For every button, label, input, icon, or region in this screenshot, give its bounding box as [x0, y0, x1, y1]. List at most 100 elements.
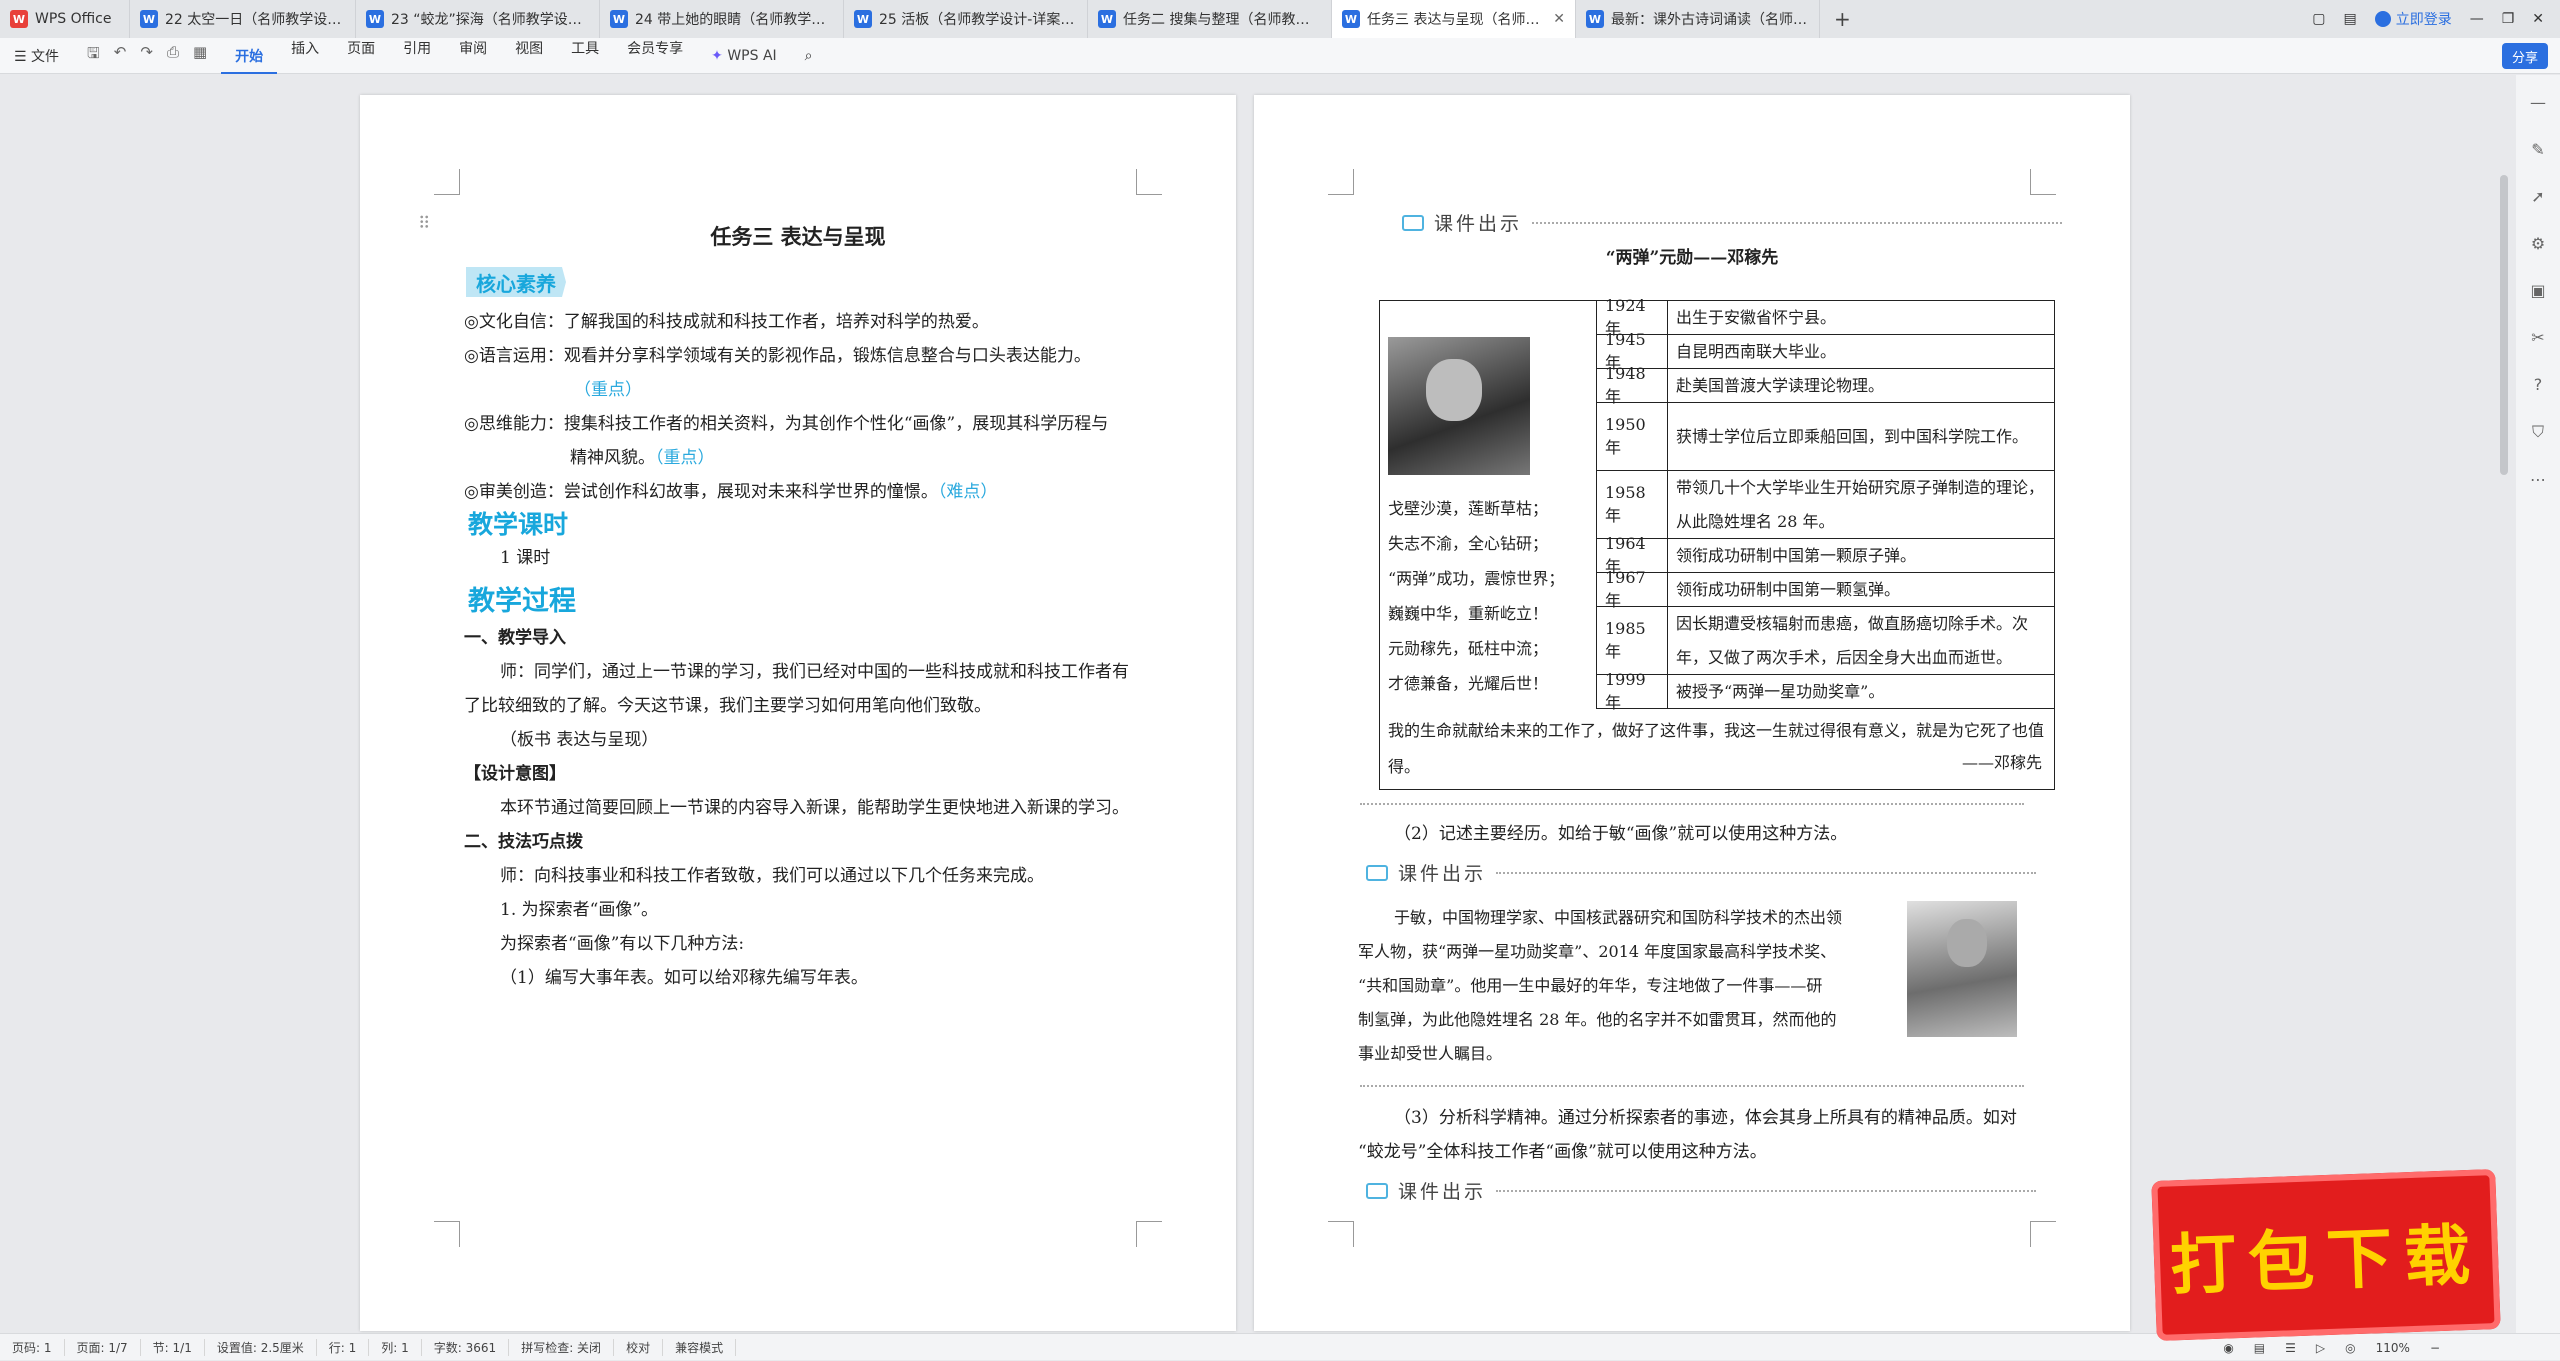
wps-logo-icon: W — [10, 10, 28, 28]
timeline-year: 1958 年 — [1596, 471, 1668, 538]
login-button[interactable]: 立即登录 — [2375, 9, 2452, 29]
play-icon[interactable]: ▷ — [2316, 1341, 2325, 1355]
ribbon-tab[interactable]: 工具 — [557, 38, 613, 74]
status-item[interactable]: 拼写检查: 关闭 — [509, 1339, 614, 1356]
paragraph: 为探索者“画像”有以下几种方法: — [500, 927, 744, 961]
backup-icon[interactable]: ⛉ — [2532, 422, 2544, 442]
help-icon[interactable]: ? — [2534, 375, 2543, 394]
select-icon[interactable]: ➚ — [2531, 187, 2544, 206]
ribbon-tab[interactable]: 视图 — [501, 38, 557, 74]
courseware-label: 课件出示 — [1398, 859, 1486, 886]
page-title: 任务三 表达与呈现 — [360, 221, 1236, 251]
image-icon[interactable]: ▣ — [2530, 281, 2545, 300]
poem-line: 巍巍中华，重新屹立！ — [1388, 596, 1598, 631]
ribbon-tab[interactable]: 会员专享 — [613, 38, 697, 74]
close-icon[interactable]: ✕ — [2532, 11, 2544, 27]
subheading: 二、技法巧点拨 — [464, 825, 583, 859]
redo-icon[interactable]: ↷ — [140, 43, 153, 68]
quick-access: 🖫 ↶ ↷ ⎙ ▦ — [73, 43, 221, 68]
status-item[interactable]: 页码: 1 — [0, 1339, 65, 1356]
minimize-icon[interactable]: — — [2470, 11, 2484, 27]
status-item[interactable]: 设置值: 2.5厘米 — [205, 1339, 317, 1356]
status-item[interactable]: 列: 1 — [369, 1339, 422, 1356]
page-1: ⠿ 任务三 表达与呈现 核心素养 ◎文化自信：了解我国的科技成就和科技工作者，培… — [360, 95, 1236, 1331]
tab-label: WPS Office — [35, 11, 112, 27]
tab-document[interactable]: W23 “蛟龙”探海（名师教学设计-详案） — [356, 0, 600, 38]
restore-icon[interactable]: ❐ — [2502, 11, 2515, 27]
layout-icon[interactable]: ▢ — [2312, 11, 2325, 27]
ribbon-tab[interactable]: 引用 — [389, 38, 445, 74]
format-icon[interactable]: ▦ — [193, 43, 207, 68]
key-point-tag: （重点） — [574, 373, 642, 407]
settings-icon[interactable]: ⚙ — [2531, 234, 2545, 253]
ai-icon: ✦ — [711, 48, 723, 64]
tab-label: 25 活板（名师教学设计-详案）.doc — [879, 9, 1077, 29]
ribbon-tab[interactable]: 审阅 — [445, 38, 501, 74]
timeline-row: 1964 年领衔成功研制中国第一颗原子弹。 — [1596, 539, 2054, 573]
ribbon-tab[interactable]: 开始 — [221, 38, 277, 74]
timeline-event: 带领几十个大学毕业生开始研究原子弹制造的理论，从此隐姓埋名 28 年。 — [1668, 471, 2054, 538]
web-view-icon[interactable]: ◎ — [2345, 1341, 2355, 1355]
print-icon[interactable]: ⎙ — [167, 43, 179, 68]
tab-document[interactable]: W任务二 搜集与整理（名师教学设计-详案） — [1088, 0, 1332, 38]
save-icon[interactable]: 🖫 — [87, 43, 100, 68]
edit-icon[interactable]: ✎ — [2531, 140, 2544, 159]
timeline-event: 赴美国普渡大学读理论物理。 — [1668, 369, 2054, 402]
zoom-out-icon[interactable]: − — [2430, 1341, 2440, 1355]
zoom-value[interactable]: 110% — [2376, 1341, 2410, 1355]
tab-document[interactable]: W24 带上她的眼睛（名师教学设计-详案） — [600, 0, 844, 38]
key-point-tag: （重点） — [655, 448, 715, 468]
core-item: ◎思维能力：搜集科技工作者的相关资料，为其创作个性化“画像”，展现其科学历程与 — [464, 407, 1108, 441]
vertical-scrollbar[interactable] — [2500, 175, 2508, 475]
share-label: 分享 — [2512, 47, 2538, 66]
outline-icon[interactable]: ☰ — [2285, 1341, 2296, 1355]
portrait-face — [1947, 919, 1987, 967]
dotted-rule — [1532, 222, 2062, 224]
margin-corner — [2030, 1221, 2056, 1247]
undo-icon[interactable]: ↶ — [114, 43, 127, 68]
close-tab-icon[interactable]: ✕ — [1553, 11, 1565, 27]
search-icon[interactable]: ⌕ — [791, 48, 827, 64]
new-tab-button[interactable]: + — [1820, 7, 1865, 31]
tab-document[interactable]: W25 活板（名师教学设计-详案）.doc — [844, 0, 1088, 38]
word-doc-icon: W — [610, 10, 628, 28]
dotted-rule — [1496, 872, 2036, 874]
collapse-icon[interactable]: — — [2530, 93, 2546, 112]
status-item[interactable]: 行: 1 — [317, 1339, 370, 1356]
notes-icon[interactable]: ▤ — [2343, 11, 2356, 27]
tab-document[interactable]: W WPS Office — [0, 0, 130, 38]
wps-ai-button[interactable]: ✦ WPS AI — [697, 48, 791, 64]
paragraph: 1. 为探索者“画像”。 — [500, 893, 658, 927]
ribbon-tab[interactable]: 插入 — [277, 38, 333, 74]
status-item[interactable]: 节: 1/1 — [141, 1339, 205, 1356]
status-item[interactable]: 兼容模式 — [663, 1339, 736, 1356]
page-view-icon[interactable]: ▤ — [2254, 1341, 2265, 1355]
status-item[interactable]: 字数: 3661 — [422, 1339, 509, 1356]
eye-icon[interactable]: ◉ — [2223, 1341, 2233, 1355]
tab-document[interactable]: W22 太空一日（名师教学设计-详案） — [130, 0, 356, 38]
tab-label: 23 “蛟龙”探海（名师教学设计-详案） — [391, 9, 589, 29]
paragraph: 师：向科技事业和科技工作者致敬，我们可以通过以下几个任务来完成。 — [500, 859, 1044, 893]
timeline-year: 1985 年 — [1596, 607, 1668, 674]
tools-icon[interactable]: ✂ — [2531, 328, 2544, 347]
courseware-line: 于敏，中国物理学家、中国核武器研究和国防科学技术的杰出领 — [1394, 901, 1842, 935]
tab-document[interactable]: W最新：课外古诗词诵读（名师教学设计） — [1576, 0, 1820, 38]
core-literacy-badge: 核心素养 — [466, 267, 566, 297]
more-icon[interactable]: ⋯ — [2530, 470, 2546, 489]
status-item[interactable]: 校对 — [614, 1339, 663, 1356]
core-item: ◎文化自信：了解我国的科技成就和科技工作者，培养对科学的热爱。 — [464, 305, 989, 339]
status-item[interactable]: 页面: 1/7 — [65, 1339, 141, 1356]
download-promo-button[interactable]: 打包下载 — [2151, 1169, 2500, 1341]
ribbon-tab[interactable]: 页面 — [333, 38, 389, 74]
tribute-poem: 戈壁沙漠，莲断草枯；失志不渝，全心钻研；“两弹”成功，震惊世界；巍巍中华，重新屹… — [1388, 491, 1598, 701]
tab-label: 最新：课外古诗词诵读（名师教学设计） — [1611, 9, 1809, 29]
core-item-cont: 精神风貌。（重点） — [570, 441, 715, 475]
timeline-event: 领衔成功研制中国第一颗原子弹。 — [1668, 539, 2054, 572]
section-heading: 教学过程 — [468, 579, 576, 618]
paragraph: （2）记述主要经历。如给于敏“画像”就可以使用这种方法。 — [1394, 817, 1847, 851]
file-menu[interactable]: ☰ 文件 — [0, 46, 73, 66]
paragraph: 师：同学们，通过上一节课的学习，我们已经对中国的一些科技成就和科技工作者有 — [500, 655, 1129, 689]
share-button[interactable]: 分享 — [2502, 43, 2548, 69]
tab-document[interactable]: W任务三 表达与呈现（名师教学设计-详案）✕ — [1332, 0, 1576, 38]
poem-line: 元勋稼先，砥柱中流； — [1388, 631, 1598, 666]
